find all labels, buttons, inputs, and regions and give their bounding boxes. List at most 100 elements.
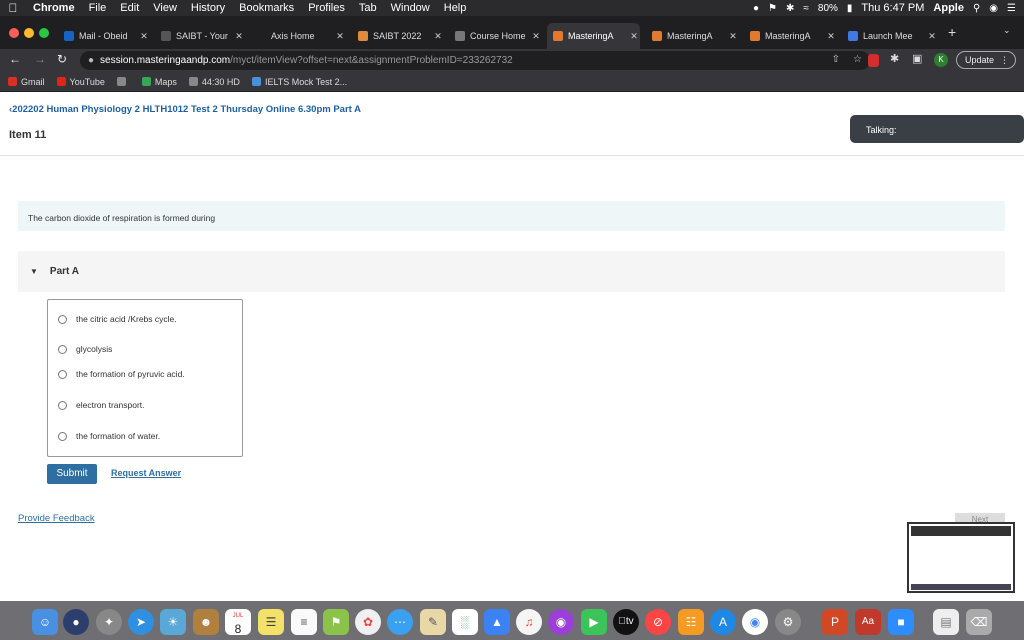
browser-tab[interactable]: MasteringA ✕ [744, 23, 837, 49]
appletv-icon[interactable]: tv [613, 609, 639, 635]
chrome-icon[interactable]: ◉ [742, 609, 768, 635]
reminders-icon[interactable]: ≡ [291, 609, 317, 635]
browser-tab[interactable]: MasteringA ✕ [646, 23, 739, 49]
contacts-icon[interactable]: ☻ [193, 609, 219, 635]
control-center-icon[interactable]: ☰ [1007, 3, 1016, 14]
tab-close-icon[interactable]: ✕ [432, 31, 444, 42]
dictionary-icon[interactable]: Aa [855, 609, 881, 635]
close-window-icon[interactable] [9, 28, 19, 38]
tab-close-icon[interactable]: ✕ [825, 31, 837, 42]
siri-icon[interactable]: ◉ [989, 3, 998, 14]
minimize-window-icon[interactable] [24, 28, 34, 38]
choice-option-2[interactable]: glycolysis [58, 344, 112, 354]
extension-icon[interactable] [868, 54, 879, 67]
browser-tab[interactable]: SAIBT 2022 ✕ [352, 23, 444, 49]
document-icon[interactable]: ▤ [933, 609, 959, 635]
radio-button[interactable] [58, 400, 67, 410]
finder-icon[interactable]: ☺ [32, 609, 58, 635]
lock-icon[interactable]: ● [88, 55, 94, 66]
sidebar-icon[interactable]: ▣ [912, 52, 922, 65]
flag-icon[interactable]: ⚑ [768, 3, 777, 14]
radio-button[interactable] [58, 431, 67, 441]
numbers-icon[interactable]: ░ [452, 609, 478, 635]
trash-icon[interactable]: ⌫ [966, 609, 992, 635]
messages-icon[interactable]: ⋯ [387, 609, 413, 635]
tab-close-icon[interactable]: ✕ [138, 31, 150, 42]
tab-search-chevron-icon[interactable]: ⌄ [1003, 25, 1011, 36]
tab-close-icon[interactable]: ✕ [530, 31, 542, 42]
browser-tab[interactable]: SAIBT - Your ✕ [155, 23, 245, 49]
tab-close-icon[interactable]: ✕ [233, 31, 245, 42]
bookmark-item[interactable]: YouTube [56, 77, 105, 87]
menu-tab[interactable]: Tab [352, 2, 384, 14]
bookmark-item[interactable]: IELTS Mock Test 2... [251, 77, 347, 87]
update-button[interactable]: Update ⋮ [956, 51, 1016, 69]
menu-history[interactable]: History [184, 2, 232, 14]
bookmark-item[interactable] [116, 77, 130, 86]
facetime-icon[interactable]: ▶ [581, 609, 607, 635]
spotlight-icon[interactable]: ⚲ [973, 3, 980, 14]
menu-file[interactable]: File [82, 2, 114, 14]
battery-percent[interactable]: 80% [818, 3, 838, 14]
keynote-icon[interactable]: ▲ [484, 609, 510, 635]
menu-window[interactable]: Window [384, 2, 437, 14]
maximize-window-icon[interactable] [39, 28, 49, 38]
launchpad-icon[interactable]: ✦ [96, 609, 122, 635]
user-name[interactable]: Apple [933, 2, 964, 14]
bookmark-item[interactable]: Maps [141, 77, 177, 87]
zoom-icon[interactable]: ■ [888, 609, 914, 635]
extensions-puzzle-icon[interactable]: ✱ [890, 52, 899, 65]
browser-tab[interactable]: MasteringA ✕ [547, 23, 640, 49]
wifi-icon[interactable]: ≈ [803, 3, 809, 14]
preview-icon[interactable]: ☀ [160, 609, 186, 635]
menu-bookmarks[interactable]: Bookmarks [232, 2, 301, 14]
menu-profiles[interactable]: Profiles [301, 2, 352, 14]
news-icon[interactable]: ⊘ [645, 609, 671, 635]
menu-edit[interactable]: Edit [113, 2, 146, 14]
books-icon[interactable]: ☷ [678, 609, 704, 635]
calendar-icon[interactable]: JUL 8 [225, 609, 251, 636]
forward-icon[interactable]: → [34, 52, 46, 66]
menu-view[interactable]: View [146, 2, 184, 14]
tab-close-icon[interactable]: ✕ [727, 31, 739, 42]
maps-icon[interactable]: ⚑ [323, 609, 349, 635]
tab-close-icon[interactable]: ✕ [926, 31, 938, 42]
submit-button[interactable]: Submit [47, 464, 97, 484]
radio-button[interactable] [58, 344, 67, 354]
app-store-icon[interactable]: A [710, 609, 736, 635]
browser-tab[interactable]: Course Home ✕ [449, 23, 542, 49]
music-icon[interactable]: ♫ [516, 609, 542, 635]
battery-icon[interactable]: ▮ [847, 3, 853, 14]
system-preferences-icon[interactable]: ⚙ [775, 609, 801, 635]
browser-tab[interactable]: Axis Home ✕ [250, 23, 346, 49]
share-icon[interactable]: ⇧ [832, 54, 840, 65]
reload-icon[interactable]: ↻ [57, 52, 67, 66]
bookmark-star-icon[interactable]: ☆ [853, 54, 862, 65]
screen-record-icon[interactable]: ● [753, 3, 759, 14]
part-a-toggle[interactable]: ▼ Part A [18, 251, 1005, 292]
address-bar[interactable]: ● session.masteringaandp.com/myct/itemVi… [80, 51, 870, 70]
browser-tab[interactable]: Launch Mee ✕ [842, 23, 938, 49]
bluetooth-icon[interactable]: ✱ [786, 3, 794, 14]
choice-option-4[interactable]: electron transport. [58, 400, 145, 410]
clock[interactable]: Thu 6:47 PM [861, 2, 924, 14]
siri-dock-icon[interactable]: ● [63, 609, 89, 635]
apple-menu-icon[interactable]:  [0, 1, 26, 15]
menu-help[interactable]: Help [437, 2, 474, 14]
request-answer-link[interactable]: Request Answer [111, 468, 181, 478]
screen-recording-thumbnail[interactable] [907, 522, 1015, 593]
safari-icon[interactable]: ➤ [128, 609, 154, 635]
new-tab-icon[interactable]: + [948, 24, 956, 40]
radio-button[interactable] [58, 314, 67, 324]
photos-icon[interactable]: ✿ [355, 609, 381, 635]
provide-feedback-link[interactable]: Provide Feedback [18, 513, 95, 524]
tab-close-icon[interactable]: ✕ [334, 31, 346, 42]
podcasts-icon[interactable]: ◉ [548, 609, 574, 635]
choice-option-1[interactable]: the citric acid /Krebs cycle. [58, 314, 177, 324]
profile-avatar[interactable]: K [934, 53, 948, 67]
radio-button[interactable] [58, 369, 67, 379]
powerpoint-icon[interactable]: P [822, 609, 848, 635]
choice-option-5[interactable]: the formation of water. [58, 431, 160, 441]
bookmark-item[interactable]: Gmail [8, 77, 45, 87]
browser-tab[interactable]: Mail - Obeid ✕ [58, 23, 150, 49]
